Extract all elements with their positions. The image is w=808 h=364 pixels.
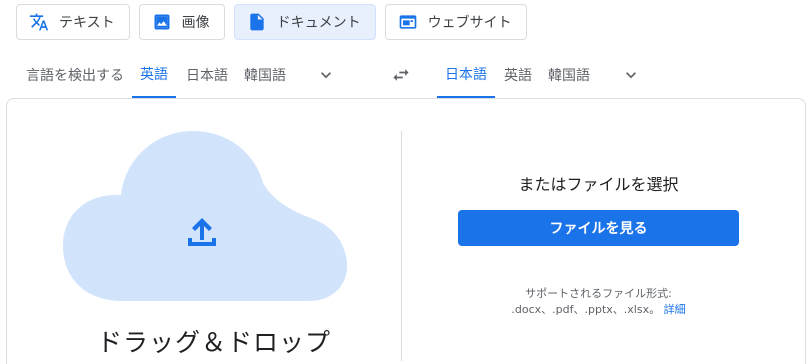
source-lang-english[interactable]: 英語 bbox=[132, 52, 176, 98]
source-lang-korean[interactable]: 韓国語 bbox=[236, 52, 294, 98]
choose-file-title: またはファイルを選択 bbox=[518, 175, 679, 194]
source-lang-japanese[interactable]: 日本語 bbox=[178, 52, 236, 98]
translate-icon bbox=[29, 12, 49, 32]
target-lang-english[interactable]: 英語 bbox=[496, 52, 540, 98]
supported-formats-list: .docx、.pdf、.pptx、.xlsx。 bbox=[511, 303, 661, 316]
swap-languages-icon[interactable] bbox=[389, 63, 413, 87]
supported-formats: サポートされるファイル形式: .docx、.pdf、.pptx、.xlsx。 詳… bbox=[457, 286, 740, 318]
language-bar: 言語を検出する 英語 日本語 韓国語 日本語 英語 韓国語 bbox=[16, 52, 806, 98]
target-lang-korean[interactable]: 韓国語 bbox=[540, 52, 598, 98]
website-icon bbox=[398, 12, 418, 32]
browse-files-button[interactable]: ファイルを見る bbox=[458, 210, 739, 246]
target-more-chevron-down-icon[interactable] bbox=[619, 63, 643, 87]
mode-button-document[interactable]: ドキュメント bbox=[233, 4, 376, 40]
mode-label-website: ウェブサイト bbox=[427, 15, 512, 31]
details-link[interactable]: 詳細 bbox=[664, 303, 686, 316]
supported-formats-line: .docx、.pdf、.pptx、.xlsx。 詳細 bbox=[457, 302, 740, 318]
mode-label-document: ドキュメント bbox=[276, 15, 361, 31]
mode-label-image: 画像 bbox=[181, 15, 210, 31]
drag-drop-label: ドラッグ＆ドロップ bbox=[97, 328, 332, 357]
panel-divider bbox=[401, 131, 402, 361]
mode-label-text: テキスト bbox=[59, 15, 115, 31]
mode-button-website[interactable]: ウェブサイト bbox=[384, 4, 527, 40]
source-lang-detect[interactable]: 言語を検出する bbox=[18, 52, 132, 98]
mode-button-text[interactable]: テキスト bbox=[16, 4, 130, 40]
mode-selector: テキスト 画像 ドキュメント ウェブサイト bbox=[16, 4, 527, 40]
upload-cloud-icon[interactable] bbox=[63, 131, 347, 307]
mode-button-image[interactable]: 画像 bbox=[138, 4, 225, 40]
document-icon bbox=[247, 12, 267, 32]
target-lang-japanese[interactable]: 日本語 bbox=[437, 52, 495, 98]
supported-formats-label: サポートされるファイル形式: bbox=[525, 287, 672, 300]
source-more-chevron-down-icon[interactable] bbox=[314, 63, 338, 87]
document-upload-panel: ドラッグ＆ドロップ またはファイルを選択 ファイルを見る サポートされるファイル… bbox=[6, 98, 806, 364]
image-icon bbox=[152, 12, 172, 32]
